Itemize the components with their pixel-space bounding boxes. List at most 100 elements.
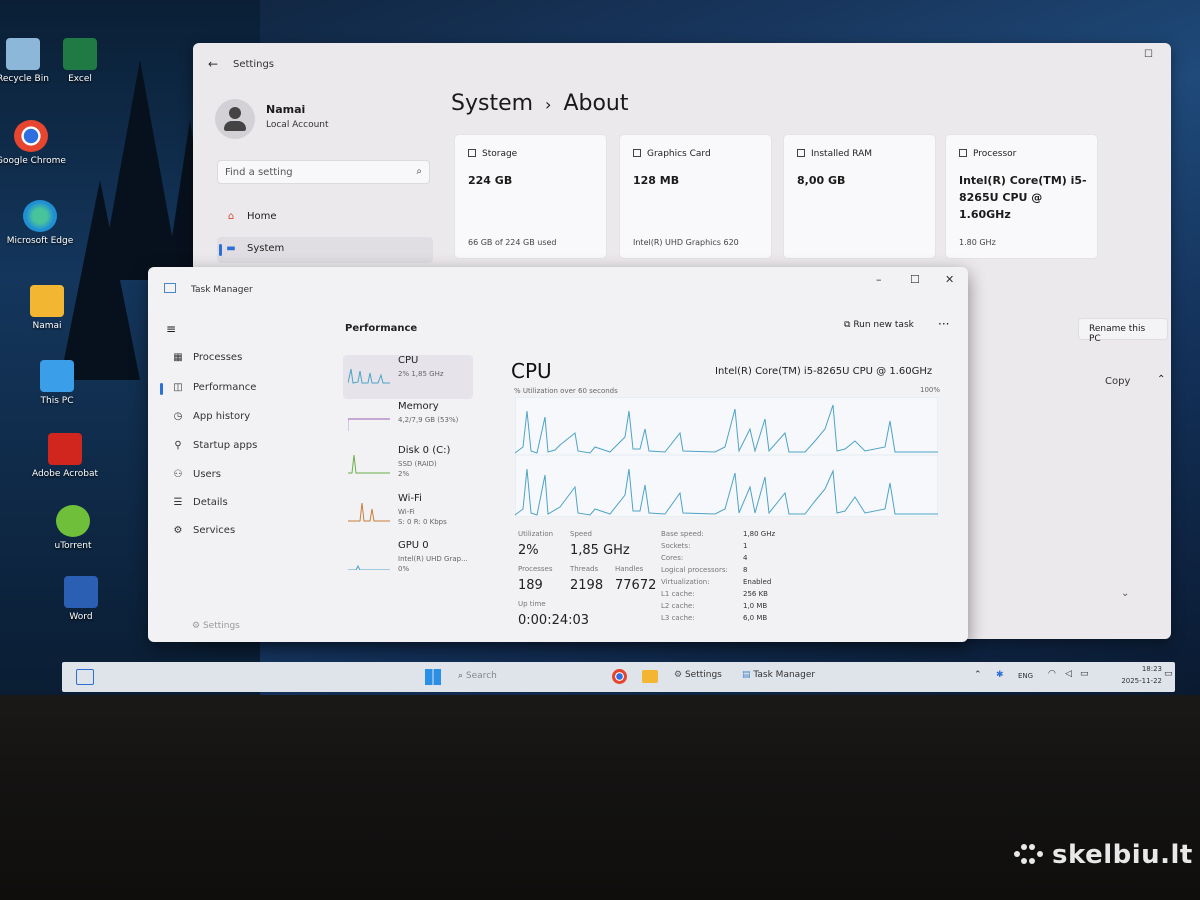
- settings-nav-home[interactable]: ⌂ Home: [223, 211, 277, 222]
- tm-nav-settings[interactable]: ⚙ Settings: [192, 621, 240, 631]
- detail-value: 1: [743, 542, 748, 550]
- desktop-icon-excel[interactable]: Excel: [45, 38, 115, 85]
- desktop-icon-this-pc[interactable]: This PC: [22, 360, 92, 407]
- installed-ram-value: 8,00 GB: [797, 174, 846, 187]
- graphics-card-card[interactable]: Graphics Card 128 MB Intel(R) UHD Graphi…: [619, 134, 772, 259]
- volume-icon[interactable]: ◁: [1065, 669, 1072, 679]
- rename-pc-button[interactable]: Rename this PC: [1078, 318, 1168, 344]
- taskbar-search[interactable]: ⌕ Search: [458, 671, 497, 681]
- gear-icon: ⚙: [192, 621, 201, 631]
- wifi-icon[interactable]: ◠: [1048, 669, 1056, 679]
- watermark: skelbiu.lt: [1012, 840, 1193, 870]
- breadcrumb: System › About: [451, 91, 629, 116]
- processes-label: Processes: [518, 565, 553, 573]
- utilization-graph-label: % Utilization over 60 seconds: [514, 387, 618, 395]
- desktop-icon-chrome[interactable]: Google Chrome: [0, 120, 66, 167]
- close-icon[interactable]: ✕: [945, 273, 954, 286]
- chrome-icon: [14, 120, 48, 152]
- run-new-task-button[interactable]: ⧉ Run new task: [844, 320, 914, 330]
- taskbar-app-settings[interactable]: ⚙ Settings: [674, 670, 722, 680]
- desktop-icon-word[interactable]: Word: [46, 576, 116, 623]
- desktop-icon-utorrent[interactable]: uTorrent: [38, 505, 108, 552]
- tm-nav-services[interactable]: ⚙ Services: [170, 525, 236, 536]
- cpu-heading: CPU: [511, 359, 552, 383]
- tm-nav-app-history[interactable]: ◷ App history: [170, 411, 250, 422]
- taskbar-app-task-manager[interactable]: ▤ Task Manager: [742, 670, 815, 680]
- settings-search-input[interactable]: Find a setting ⌕: [217, 160, 430, 184]
- tm-nav-users[interactable]: ⚇ Users: [170, 469, 222, 480]
- tm-nav-processes[interactable]: ▦ Processes: [170, 352, 242, 363]
- resource-memory[interactable]: Memory 4,2/7,9 GB (53%): [343, 401, 473, 445]
- word-icon: [64, 576, 98, 608]
- desktop-icon-edge[interactable]: Microsoft Edge: [5, 200, 75, 247]
- resource-sub: SSD (RAID) 2%: [398, 460, 437, 478]
- desktop-icon-namai[interactable]: Namai: [12, 285, 82, 332]
- speed-value: 1,85 GHz: [570, 543, 630, 558]
- detail-value: 1,0 MB: [743, 602, 768, 610]
- utilization-value: 2%: [518, 543, 539, 558]
- excel-icon: [63, 38, 97, 70]
- bluetooth-icon[interactable]: ✱: [996, 670, 1004, 680]
- utilization-graph-max: 100%: [920, 386, 941, 394]
- chevron-down-icon[interactable]: ⌄: [1121, 588, 1129, 599]
- utilization-label: Utilization: [518, 530, 554, 538]
- detail-value: 1,80 GHz: [743, 530, 776, 538]
- widgets-icon[interactable]: [76, 669, 94, 685]
- resource-sub: Intel(R) UHD Grap... 0%: [398, 555, 468, 573]
- file-explorer-icon[interactable]: [642, 670, 658, 683]
- threads-label: Threads: [570, 565, 599, 573]
- task-manager-title: Task Manager: [191, 285, 253, 295]
- settings-nav-system[interactable]: ▬ System: [223, 243, 284, 254]
- settings-titlebar: ← Settings ☐: [193, 43, 1171, 83]
- watermark-text: skelbiu.lt: [1052, 840, 1193, 870]
- start-windows-icon[interactable]: [425, 669, 441, 685]
- copy-button[interactable]: Copy: [1105, 376, 1130, 387]
- back-arrow-icon[interactable]: ←: [208, 57, 218, 71]
- tm-nav-performance[interactable]: ◫ Performance: [170, 382, 256, 393]
- task-manager-icon: ▤: [742, 670, 751, 680]
- minimize-icon[interactable]: –: [876, 273, 882, 286]
- desktop-icon-acrobat[interactable]: Adobe Acrobat: [30, 433, 100, 480]
- clock-time[interactable]: 18:23: [1122, 665, 1162, 673]
- performance-icon: ◫: [173, 382, 183, 393]
- detail-value: 6,0 MB: [743, 614, 768, 622]
- notifications-icon[interactable]: ▭: [1164, 669, 1173, 679]
- battery-icon[interactable]: ▭: [1080, 669, 1089, 679]
- resource-name: CPU: [398, 355, 419, 366]
- detail-key: L1 cache:: [661, 590, 695, 598]
- more-options-icon[interactable]: ···: [938, 317, 949, 331]
- performance-title: Performance: [345, 323, 418, 334]
- settings-title: Settings: [233, 59, 275, 70]
- resource-wifi[interactable]: Wi-Fi Wi-Fi S: 0 R: 0 Kbps: [343, 493, 473, 537]
- uptime-value: 0:00:24:03: [518, 613, 590, 628]
- recycle-bin-icon: [6, 38, 40, 70]
- language-indicator[interactable]: ENG: [1018, 672, 1033, 680]
- resource-cpu[interactable]: CPU 2% 1,85 GHz: [343, 355, 473, 399]
- chevron-up-icon[interactable]: ⌃: [1157, 374, 1165, 385]
- wifi-sparkline: [348, 502, 390, 522]
- search-icon: ⌕: [458, 671, 464, 681]
- hamburger-menu-icon[interactable]: ≡: [166, 322, 176, 336]
- installed-ram-card[interactable]: Installed RAM 8,00 GB: [783, 134, 936, 259]
- chevron-up-icon[interactable]: ⌃: [974, 670, 982, 680]
- clock-date[interactable]: 2025-11-22: [1100, 677, 1162, 685]
- tm-nav-startup-apps[interactable]: ⚲ Startup apps: [170, 440, 257, 451]
- detail-value: Enabled: [743, 578, 772, 586]
- maximize-icon[interactable]: ☐: [1144, 49, 1153, 60]
- breadcrumb-parent[interactable]: System: [451, 91, 533, 116]
- app-history-icon: ◷: [173, 411, 183, 422]
- resource-disk[interactable]: Disk 0 (C:) SSD (RAID) 2%: [343, 445, 473, 489]
- tm-nav-details[interactable]: ☰ Details: [170, 497, 228, 508]
- resource-sub: 4,2/7,9 GB (53%): [398, 416, 459, 424]
- resource-name: Memory: [398, 401, 439, 412]
- maximize-icon[interactable]: ☐: [910, 273, 920, 286]
- storage-usage: 66 GB of 224 GB used: [468, 238, 557, 247]
- avatar[interactable]: [215, 99, 255, 139]
- resource-name: Wi-Fi: [398, 493, 422, 504]
- resource-gpu[interactable]: GPU 0 Intel(R) UHD Grap... 0%: [343, 540, 473, 584]
- detail-value: 8: [743, 566, 748, 574]
- storage-card[interactable]: Storage 224 GB 66 GB of 224 GB used: [454, 134, 607, 259]
- chrome-icon[interactable]: [612, 669, 627, 684]
- taskbar: ⌕ Search ⚙ Settings ▤ Task Manager ⌃ ✱ E…: [62, 662, 1175, 692]
- processor-card[interactable]: Processor Intel(R) Core(TM) i5-8265U CPU…: [945, 134, 1098, 259]
